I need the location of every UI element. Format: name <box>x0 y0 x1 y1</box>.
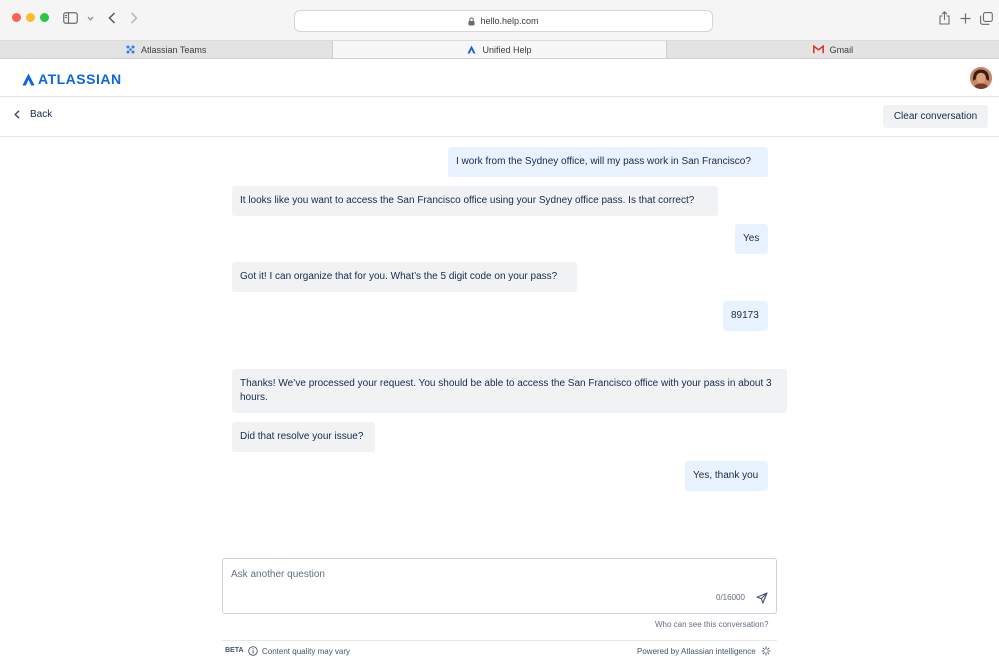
question-composer: 0/16000 <box>222 558 777 614</box>
chevron-down-icon[interactable] <box>87 10 94 26</box>
user-message: Yes, thank you <box>685 461 768 491</box>
tab-atlassian-teams[interactable]: Atlassian Teams <box>0 41 334 58</box>
beta-badge: BETA <box>225 647 244 654</box>
atlassian-logo-icon <box>22 73 35 85</box>
lock-icon <box>468 16 475 26</box>
atlassian-logo-icon <box>467 45 477 54</box>
maximize-window-button[interactable] <box>40 13 49 22</box>
tab-unified-help[interactable]: Unified Help <box>333 41 667 58</box>
avatar[interactable] <box>970 67 992 89</box>
content-quality-note: Content quality may vary <box>248 646 350 656</box>
minimize-window-button[interactable] <box>26 13 35 22</box>
send-icon[interactable] <box>754 590 770 606</box>
address-bar[interactable]: hello.help.com <box>294 10 713 32</box>
atlassian-teams-icon <box>126 45 135 54</box>
powered-by-text: Powered by Atlassian intelligence <box>637 646 756 656</box>
tab-gmail[interactable]: Gmail <box>667 41 999 58</box>
tab-label: Atlassian Teams <box>140 44 207 55</box>
bot-message: Got it! I can organize that for you. Wha… <box>232 262 577 292</box>
new-tab-icon[interactable] <box>960 10 971 26</box>
user-message: I work from the Sydney office, will my p… <box>448 147 768 177</box>
sidebar-toggle-icon[interactable] <box>63 10 78 26</box>
browser-forward-icon[interactable] <box>130 10 138 26</box>
quality-text: Content quality may vary <box>262 646 351 656</box>
tab-overview-icon[interactable] <box>980 10 993 26</box>
conversation-header: Back <box>0 97 999 137</box>
back-button[interactable]: Back <box>14 109 52 120</box>
url-text: hello.help.com <box>480 16 539 26</box>
gmail-icon <box>812 45 824 54</box>
bot-message: Did that resolve your issue? <box>232 422 375 452</box>
bot-message: It looks like you want to access the San… <box>232 186 718 216</box>
browser-back-icon[interactable] <box>108 10 116 26</box>
powered-by: Powered by Atlassian intelligence <box>637 646 771 656</box>
tab-label: Unified Help <box>482 44 532 55</box>
app-header: ATLASSIAN <box>0 59 999 97</box>
user-message: 89173 <box>723 301 768 331</box>
brand-name: ATLASSIAN <box>38 71 122 87</box>
browser-toolbar: hello.help.com <box>0 0 999 41</box>
chevron-left-icon <box>14 110 20 119</box>
user-message: Yes <box>735 224 768 254</box>
bot-message: Thanks! We’ve processed your request. Yo… <box>232 369 787 413</box>
tab-bar: Atlassian Teams Unified Help Gmail <box>0 41 999 59</box>
atlassian-intelligence-icon <box>761 646 771 656</box>
divider <box>222 640 777 641</box>
share-icon[interactable] <box>939 10 950 26</box>
tab-label: Gmail <box>829 44 854 55</box>
close-window-button[interactable] <box>12 13 21 22</box>
clear-conversation-button[interactable]: Clear conversation <box>883 105 988 128</box>
info-icon[interactable] <box>248 646 258 656</box>
atlassian-logo[interactable]: ATLASSIAN <box>22 71 122 87</box>
question-input[interactable] <box>231 569 701 580</box>
who-can-see-link[interactable]: Who can see this conversation? <box>655 620 768 629</box>
character-counter: 0/16000 <box>716 593 745 602</box>
back-label: Back <box>30 109 53 120</box>
